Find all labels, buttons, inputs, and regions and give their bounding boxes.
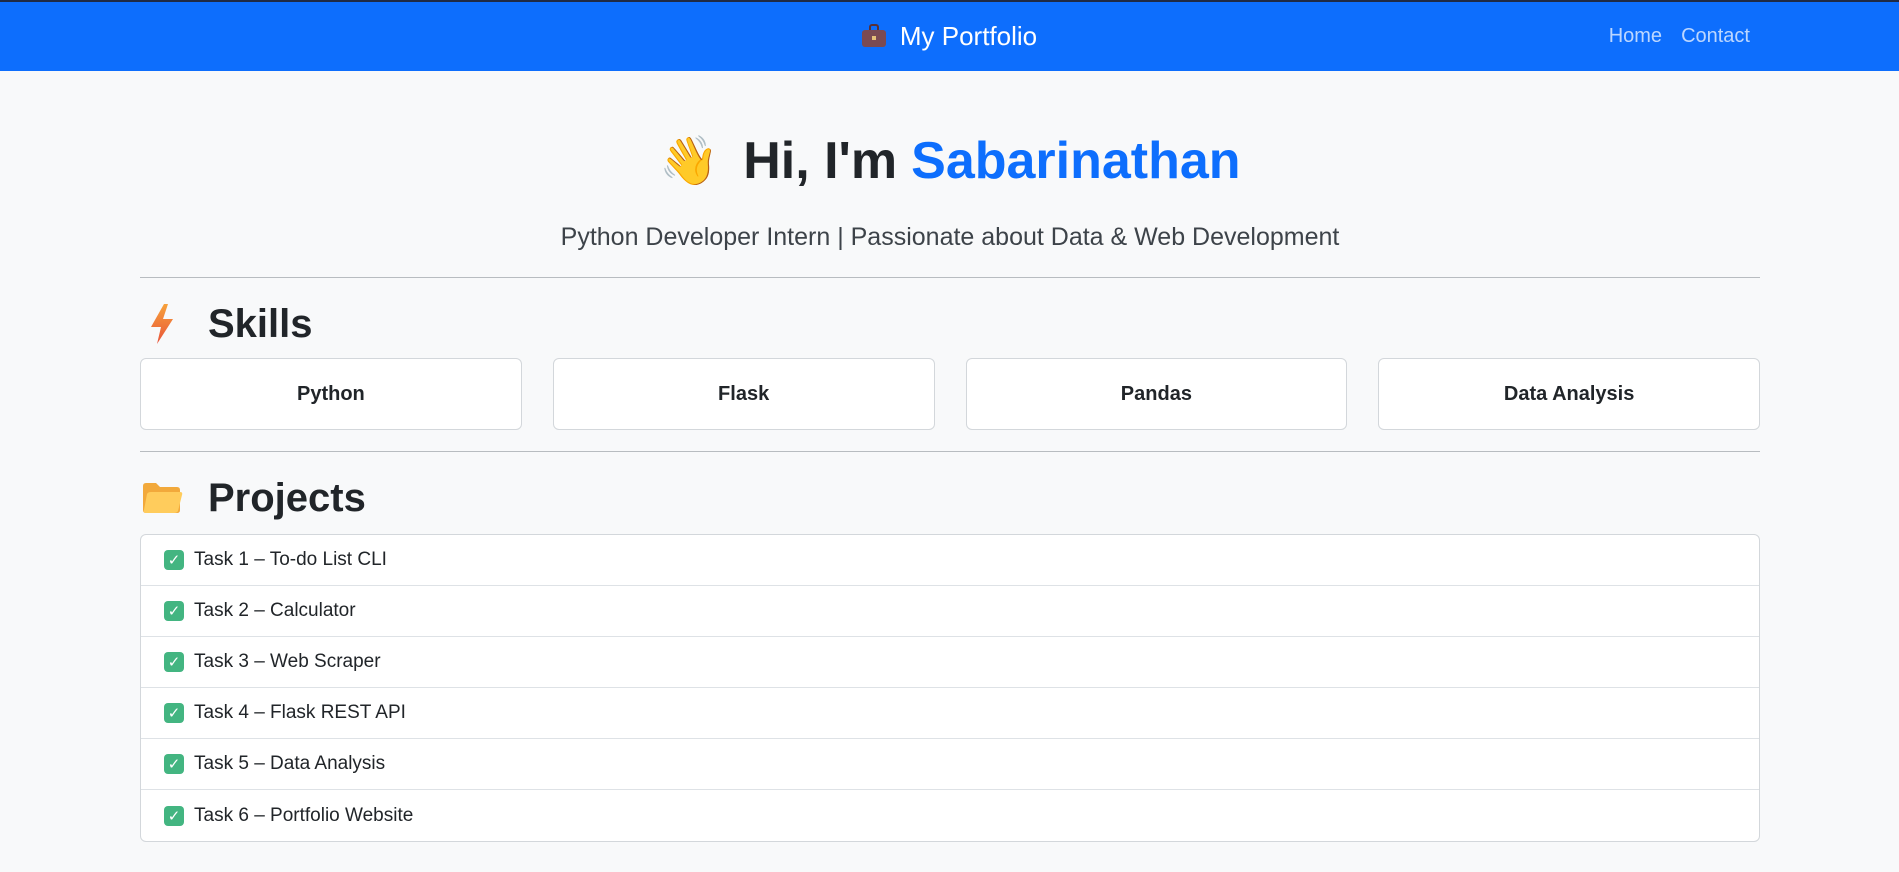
check-mark-icon: ✓	[164, 601, 184, 621]
folder-icon	[140, 476, 184, 520]
skill-card-flask: Flask	[552, 358, 935, 430]
lightning-icon	[140, 302, 184, 346]
project-label: Task 1 – To-do List CLI	[194, 549, 387, 570]
main-container: 👋 Hi, I'm Sabarinathan Python Developer …	[140, 71, 1760, 842]
skills-heading: Skills	[140, 300, 1760, 348]
project-label: Task 2 – Calculator	[194, 600, 356, 621]
project-list: ✓ Task 1 – To-do List CLI ✓ Task 2 – Cal…	[140, 534, 1760, 842]
navbar: My Portfolio Home Contact	[0, 2, 1899, 71]
check-mark-icon: ✓	[164, 550, 184, 570]
list-item[interactable]: ✓ Task 1 – To-do List CLI	[141, 535, 1759, 586]
project-label: Task 6 – Portfolio Website	[194, 804, 414, 826]
nav-links: Home Contact	[1609, 2, 1750, 71]
nav-link-home[interactable]: Home	[1609, 25, 1662, 48]
list-item[interactable]: ✓ Task 5 – Data Analysis	[141, 739, 1759, 790]
project-label: Task 3 – Web Scraper	[194, 651, 381, 672]
waving-hand-icon: 👋	[659, 133, 720, 189]
hero-heading: 👋 Hi, I'm Sabarinathan	[659, 135, 1240, 187]
check-mark-icon: ✓	[164, 805, 184, 826]
projects-heading: Projects	[140, 474, 1760, 522]
check-mark-icon: ✓	[164, 703, 184, 723]
nav-link-contact[interactable]: Contact	[1681, 25, 1750, 48]
skill-card-data-analysis: Data Analysis	[1378, 358, 1760, 430]
project-label: Task 4 – Flask REST API	[194, 702, 406, 723]
briefcase-icon	[861, 23, 886, 47]
project-label: Task 5 – Data Analysis	[194, 753, 386, 774]
skills-title: Skills	[208, 301, 313, 346]
check-mark-icon: ✓	[164, 652, 184, 672]
check-mark-icon: ✓	[164, 754, 184, 774]
brand-label: My Portfolio	[899, 21, 1038, 51]
skill-card-pandas: Pandas	[965, 358, 1348, 430]
divider	[140, 451, 1760, 452]
list-item[interactable]: ✓ Task 6 – Portfolio Website	[141, 790, 1759, 841]
hero-name: Sabarinathan	[911, 132, 1241, 190]
skills-list: Python Flask Pandas Data Analysis	[140, 358, 1760, 430]
list-item[interactable]: ✓ Task 3 – Web Scraper	[141, 637, 1759, 688]
hero-section: 👋 Hi, I'm Sabarinathan Python Developer …	[140, 71, 1760, 252]
list-item[interactable]: ✓ Task 2 – Calculator	[141, 586, 1759, 637]
skill-card-python: Python	[140, 358, 522, 430]
hero-greeting: Hi, I'm	[743, 132, 898, 190]
divider	[140, 277, 1760, 278]
projects-title: Projects	[208, 475, 366, 520]
hero-tagline: Python Developer Intern | Passionate abo…	[560, 223, 1340, 251]
list-item[interactable]: ✓ Task 4 – Flask REST API	[141, 688, 1759, 739]
navbar-brand[interactable]: My Portfolio	[861, 21, 1038, 52]
